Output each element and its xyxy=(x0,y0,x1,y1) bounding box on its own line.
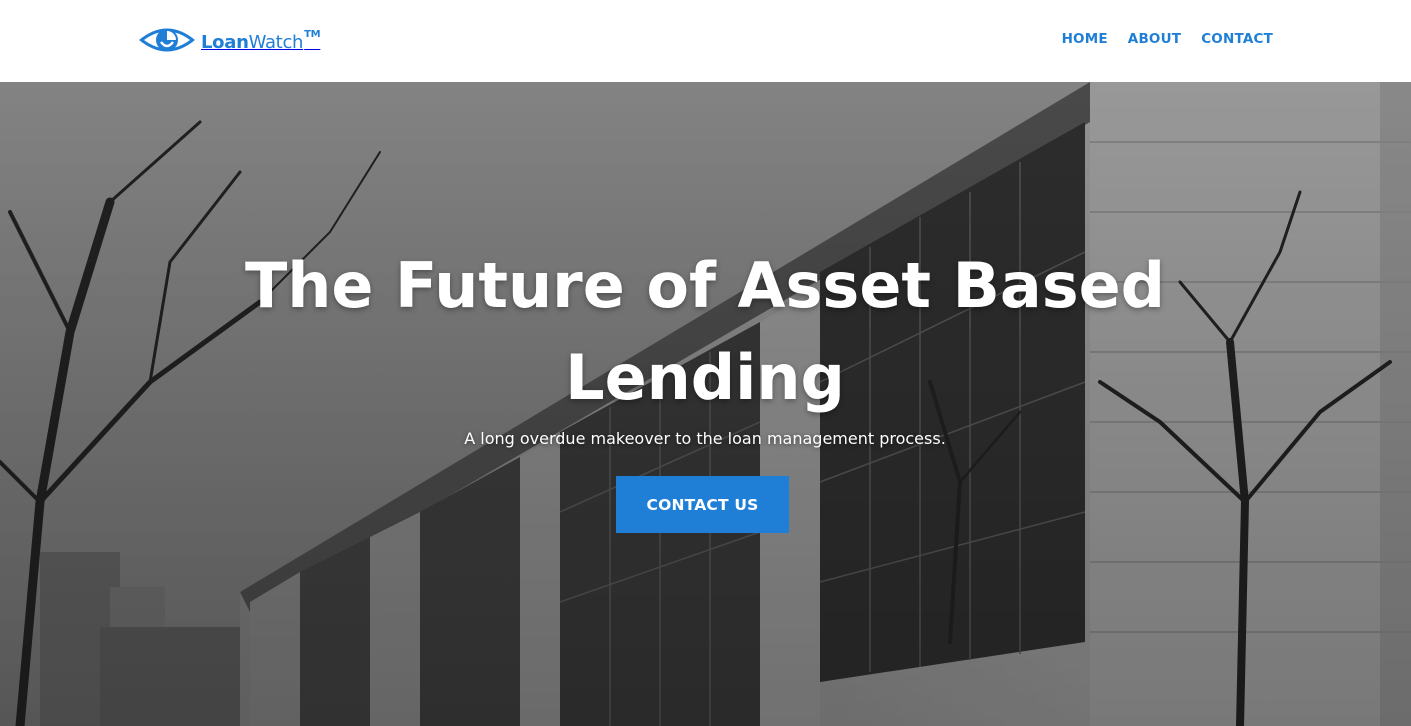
main-nav: HOME ABOUT CONTACT xyxy=(1062,31,1273,47)
hero-section: The Future of Asset Based Lending A long… xyxy=(0,82,1411,726)
site-header: LoanWatchTM HOME ABOUT CONTACT xyxy=(0,0,1411,82)
eye-icon xyxy=(139,28,195,52)
nav-home[interactable]: HOME xyxy=(1062,31,1108,47)
hero-subtitle: A long overdue makeover to the loan mana… xyxy=(464,429,946,448)
logo-text: LoanWatchTM xyxy=(201,28,321,53)
hero-content: The Future of Asset Based Lending A long… xyxy=(0,82,1411,726)
contact-us-button[interactable]: CONTACT US xyxy=(616,476,789,533)
logo[interactable]: LoanWatchTM xyxy=(137,22,321,58)
hero-title: The Future of Asset Based Lending xyxy=(244,249,1166,414)
nav-contact[interactable]: CONTACT xyxy=(1201,31,1273,47)
nav-about[interactable]: ABOUT xyxy=(1128,31,1181,47)
